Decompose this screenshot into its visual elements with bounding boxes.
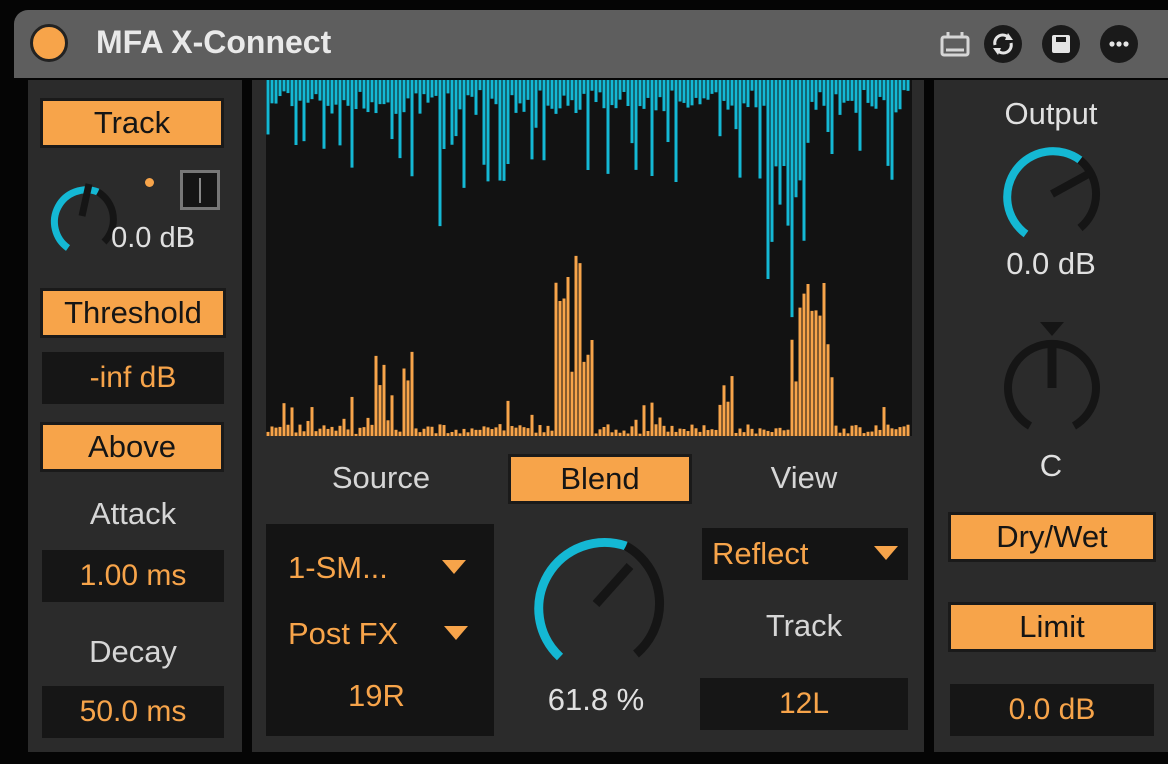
pan-value: C xyxy=(1039,448,1063,483)
refresh-icon[interactable] xyxy=(984,25,1022,63)
blend-value: 61.8 % xyxy=(547,682,645,717)
track-toggle-button[interactable]: Track xyxy=(40,98,224,148)
view-select[interactable]: Reflect xyxy=(712,536,808,572)
output-value: 0.0 dB xyxy=(1006,246,1096,281)
blend-button[interactable]: Blend xyxy=(508,454,692,504)
source-label: Source xyxy=(331,460,431,495)
device-title: MFA X-Connect xyxy=(96,24,332,60)
decay-label: Decay xyxy=(89,634,177,669)
threshold-value[interactable]: -inf dB xyxy=(42,352,224,404)
track-channel-label: Track xyxy=(765,608,843,643)
output-label: Output xyxy=(1004,96,1098,131)
output-knob[interactable] xyxy=(996,138,1108,250)
power-icon[interactable] xyxy=(30,24,68,62)
midi-map-icon[interactable] xyxy=(938,28,972,62)
meter-box xyxy=(180,170,220,210)
view-label: View xyxy=(770,460,838,495)
tap-dropdown-icon[interactable] xyxy=(444,626,468,640)
drywet-button[interactable]: Dry/Wet xyxy=(948,512,1156,562)
decay-value[interactable]: 50.0 ms xyxy=(42,686,224,738)
more-icon[interactable] xyxy=(1100,25,1138,63)
attack-label: Attack xyxy=(89,496,177,531)
device: MFA X-Connect Track 0.0 dB Threshold -in… xyxy=(0,0,1168,764)
save-icon[interactable] xyxy=(1042,25,1080,63)
title-bar: MFA X-Connect xyxy=(14,10,1168,78)
right-panel: Output 0.0 dB C Dry/Wet Limit 0.0 dB xyxy=(934,80,1168,752)
blend-knob[interactable] xyxy=(518,526,674,682)
attack-value[interactable]: 1.00 ms xyxy=(42,550,224,602)
gain-value: 0.0 dB xyxy=(111,222,195,254)
view-dropdown-icon[interactable] xyxy=(874,546,898,560)
waveform-display xyxy=(266,80,912,436)
limit-value[interactable]: 0.0 dB xyxy=(950,684,1154,736)
above-button[interactable]: Above xyxy=(40,422,224,472)
track-channel-value[interactable]: 12L xyxy=(700,678,908,730)
source-select[interactable]: 1-SM... xyxy=(288,550,388,586)
source-channel[interactable]: 19R xyxy=(348,678,405,714)
source-dropdown-icon[interactable] xyxy=(442,560,466,574)
pan-knob[interactable] xyxy=(996,316,1108,448)
threshold-button[interactable]: Threshold xyxy=(40,288,226,338)
tap-select[interactable]: Post FX xyxy=(288,616,398,652)
activity-dot xyxy=(145,178,154,187)
left-panel: Track 0.0 dB Threshold -inf dB Above Att… xyxy=(28,80,242,752)
center-panel: Source 1-SM... Post FX 19R Blend 61.8 % … xyxy=(252,80,924,752)
limit-button[interactable]: Limit xyxy=(948,602,1156,652)
